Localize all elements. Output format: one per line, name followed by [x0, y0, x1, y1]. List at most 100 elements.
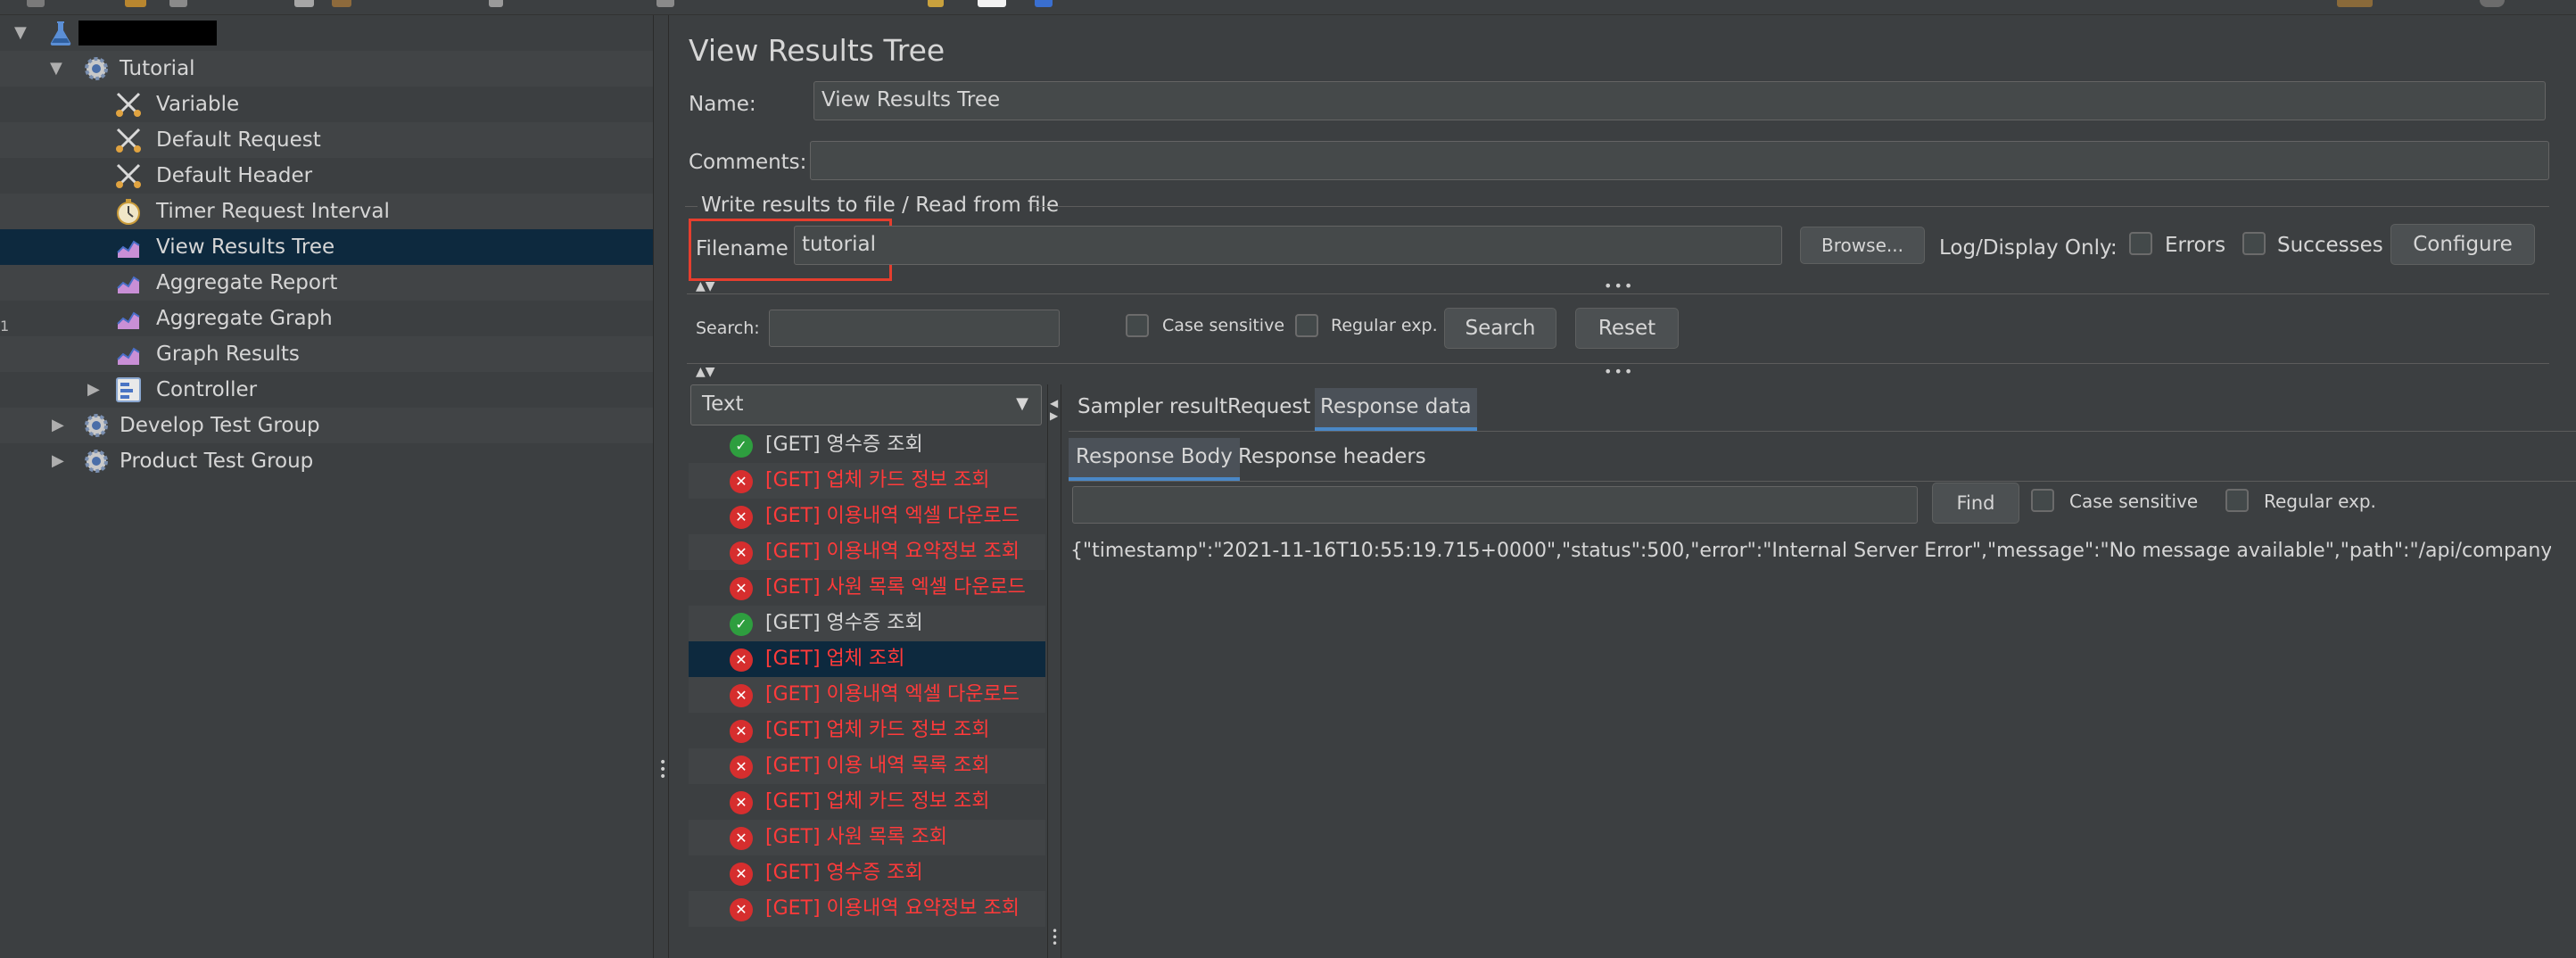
configure-button[interactable]: Configure: [2390, 224, 2535, 265]
response-case-sensitive-checkbox[interactable]: [2031, 489, 2054, 512]
tree-item-label: Controller: [156, 378, 258, 401]
error-shield-icon: ✕: [730, 577, 753, 600]
splitter[interactable]: • • •: [653, 15, 669, 958]
list-item[interactable]: ✓ [GET] 영수증 조회: [689, 427, 1045, 463]
list-item[interactable]: ✕ [GET] 이용내역 요약정보 조회: [689, 891, 1045, 927]
scissors-icon: [116, 163, 141, 188]
renderer-select-value: Text: [702, 392, 744, 416]
list-item-label: [GET] 영수증 조회: [765, 434, 923, 456]
results-list: ✓ [GET] 영수증 조회 ✕ [GET] 업체 카드 정보 조회 ✕ [GE…: [689, 427, 1045, 958]
tree-item-aggregate-graph[interactable]: Aggregate Graph: [0, 301, 653, 336]
toolbar-open-icon[interactable]: [169, 0, 187, 7]
results-splitter[interactable]: ◀ ▶ • • •: [1047, 384, 1061, 958]
search-button[interactable]: Search: [1444, 308, 1556, 349]
list-item-label: [GET] 이용내역 요약정보 조회: [765, 897, 1020, 920]
toolbar-function-icon[interactable]: [1035, 0, 1053, 7]
toolbar-paste-icon[interactable]: [656, 0, 674, 7]
list-item[interactable]: ✕ [GET] 이용내역 엑셀 다운로드: [689, 677, 1045, 713]
chevron-right-icon[interactable]: ▶: [52, 443, 64, 479]
tab-response-data[interactable]: Response data: [1315, 388, 1477, 431]
regular-exp-checkbox[interactable]: [1295, 314, 1318, 337]
gear-icon: [85, 57, 108, 80]
tree-item-timer-request-interval[interactable]: Timer Request Interval: [0, 194, 653, 229]
list-item[interactable]: ✕ [GET] 영수증 조회: [689, 855, 1045, 891]
errors-checkbox[interactable]: [2129, 232, 2152, 255]
reset-button[interactable]: Reset: [1575, 308, 1679, 349]
list-item[interactable]: ✕ [GET] 이용 내역 목록 조회: [689, 748, 1045, 784]
tree-item-variable[interactable]: Variable: [0, 87, 653, 122]
list-item[interactable]: ✕ [GET] 사원 목록 조회: [689, 820, 1045, 855]
list-item[interactable]: ✓ [GET] 영수증 조회: [689, 606, 1045, 641]
browse-button[interactable]: Browse...: [1800, 227, 1925, 264]
chevron-right-icon[interactable]: ▶: [87, 372, 100, 408]
error-shield-icon: ✕: [730, 684, 753, 707]
toolbar-clear-icon[interactable]: [978, 0, 1006, 7]
tree-item-tutorial[interactable]: ▼ Tutorial: [0, 51, 653, 87]
log-display-label: Log/Display Only:: [1939, 236, 2118, 260]
tree-item-label: Develop Test Group: [120, 414, 320, 437]
list-item-label: [GET] 이용 내역 목록 조회: [765, 755, 990, 777]
tree-item-label: Variable: [156, 93, 240, 116]
list-item[interactable]: ✕ [GET] 이용내역 요약정보 조회: [689, 534, 1045, 570]
collapse-left-icon[interactable]: ◀ ▶: [1050, 397, 1058, 422]
splitter-grip-icon[interactable]: • • •: [659, 756, 666, 783]
tree-item-view-results-tree[interactable]: View Results Tree: [0, 229, 653, 265]
split-grip-icon[interactable]: •••: [1604, 363, 1634, 380]
tree-item-product-test-group[interactable]: ▶ Product Test Group: [0, 443, 653, 479]
error-shield-icon: ✕: [730, 541, 753, 565]
find-button[interactable]: Find: [1932, 483, 2019, 524]
chevron-down-icon[interactable]: ▼: [50, 51, 62, 87]
tab-response-body[interactable]: Response Body: [1069, 438, 1240, 481]
tree-item-root[interactable]: ▼: [0, 15, 653, 51]
filename-field[interactable]: tutorial: [794, 226, 1782, 265]
tree-item-controller[interactable]: ▶ Controller: [0, 372, 653, 408]
tree-item-default-header[interactable]: Default Header: [0, 158, 653, 194]
collapse-arrows-icon[interactable]: ▲▼: [696, 365, 715, 379]
successes-label: Successes: [2277, 234, 2383, 257]
list-item-label: [GET] 이용내역 엑셀 다운로드: [765, 505, 1020, 527]
successes-checkbox[interactable]: [2242, 232, 2266, 255]
search-input[interactable]: [769, 310, 1060, 347]
name-field[interactable]: View Results Tree: [813, 81, 2546, 120]
toolbar-new-icon[interactable]: [27, 0, 45, 7]
response-find-input[interactable]: [1072, 486, 1918, 524]
case-sensitive-checkbox[interactable]: [1126, 314, 1149, 337]
error-shield-icon: ✕: [730, 791, 753, 814]
toolbar-cut-icon[interactable]: [332, 0, 351, 7]
list-item[interactable]: ✕ [GET] 업체 카드 정보 조회: [689, 784, 1045, 820]
list-item[interactable]: ✕ [GET] 이용내역 엑셀 다운로드: [689, 499, 1045, 534]
list-item[interactable]: ✕ [GET] 업체 카드 정보 조회: [689, 713, 1045, 748]
list-item-selected[interactable]: ✕ [GET] 업체 조회: [689, 641, 1045, 677]
comments-field[interactable]: [810, 141, 2549, 180]
renderer-select[interactable]: Text ▼: [690, 384, 1042, 425]
chevron-down-icon[interactable]: ▼: [14, 15, 27, 51]
tree-item-develop-test-group[interactable]: ▶ Develop Test Group: [0, 408, 653, 443]
tree-root-label-redacted: [78, 21, 217, 45]
tree-item-label: Default Header: [156, 164, 313, 187]
toolbar-save-icon[interactable]: [294, 0, 314, 7]
list-item-label: [GET] 이용내역 요약정보 조회: [765, 541, 1020, 563]
splitter-grip-icon[interactable]: • • •: [1052, 926, 1058, 949]
tab-request[interactable]: Request: [1222, 388, 1316, 431]
chevron-right-icon[interactable]: ▶: [52, 408, 64, 443]
view-results-tree-panel: View Results Tree Name: View Results Tre…: [669, 15, 2576, 958]
split-grip-icon[interactable]: •••: [1604, 277, 1634, 294]
scissors-icon: [116, 128, 141, 153]
tree-item-aggregate-report[interactable]: Aggregate Report: [0, 265, 653, 301]
toolbar-run-icon[interactable]: [928, 0, 944, 7]
response-regular-exp-checkbox[interactable]: [2225, 489, 2249, 512]
collapse-arrows-icon[interactable]: ▲▼: [696, 279, 715, 293]
response-body-text: {"timestamp":"2021-11-16T10:55:19.715+00…: [1070, 540, 2551, 562]
tree-item-label: Default Request: [156, 128, 321, 152]
tab-sampler-result[interactable]: Sampler result: [1072, 388, 1233, 431]
scissors-icon: [116, 92, 141, 117]
toolbar-template-icon[interactable]: [125, 0, 146, 7]
toolbar-copy-icon[interactable]: [489, 0, 503, 7]
tab-response-headers[interactable]: Response headers: [1231, 438, 1433, 481]
list-item[interactable]: ✕ [GET] 업체 카드 정보 조회: [689, 463, 1045, 499]
tree-item-graph-results[interactable]: Graph Results: [0, 336, 653, 372]
tree-item-default-request[interactable]: Default Request: [0, 122, 653, 158]
list-item[interactable]: ✕ [GET] 사원 목록 엑셀 다운로드: [689, 570, 1045, 606]
toolbar-help-icon[interactable]: [2480, 0, 2505, 7]
stopwatch-icon: [117, 199, 140, 225]
